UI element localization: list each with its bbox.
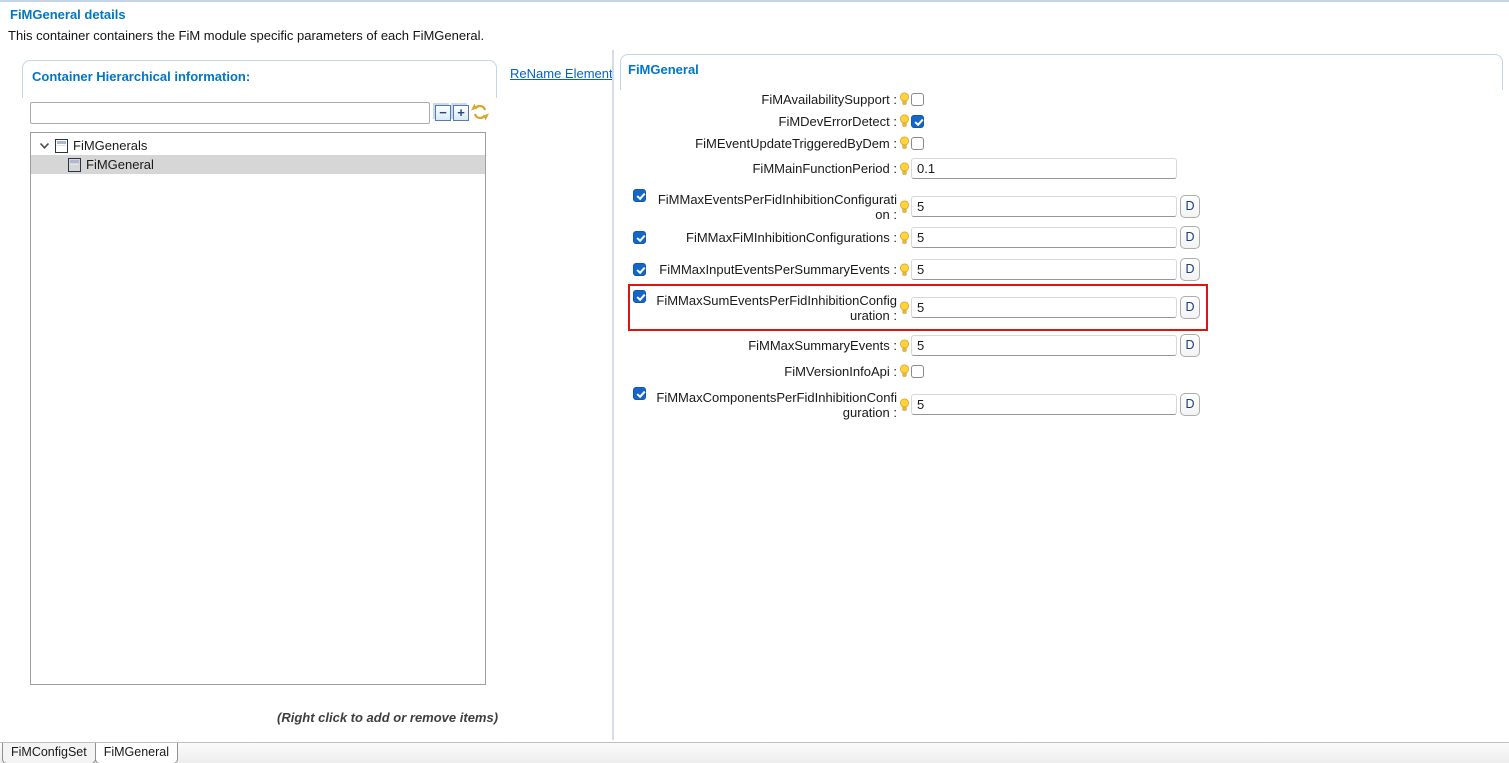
tab-fimconfigset[interactable]: FiMConfigSet [2, 743, 96, 763]
default-button[interactable]: D [1180, 393, 1200, 416]
value-input[interactable] [911, 297, 1177, 318]
parameter-list: FiMAvailabilitySupport : FiMDevErrorDete… [628, 90, 1208, 423]
tab-strip: FiMConfigSet FiMGeneral [2, 743, 179, 763]
tree-item-label: FiMGeneral [86, 157, 154, 172]
enable-checkbox[interactable] [633, 263, 646, 276]
lightbulb-icon [898, 136, 910, 150]
right-panel-frame [620, 54, 1503, 90]
lightbulb-icon [898, 199, 910, 214]
value-checkbox[interactable] [911, 136, 924, 150]
lightbulb-icon [898, 397, 910, 412]
refresh-icon-glyph [471, 103, 489, 121]
fim-general-details-view: FiMGeneral details This container contai… [0, 0, 1509, 763]
param-row-fimmainfunctionperiod: FiMMainFunctionPeriod : [633, 157, 1203, 180]
refresh-icon[interactable] [471, 103, 489, 121]
value-checkbox[interactable] [911, 114, 924, 128]
tree-search-input[interactable] [30, 102, 430, 124]
value-input[interactable] [911, 158, 1177, 179]
lightbulb-icon [898, 114, 910, 128]
tree-item-fimgenerals[interactable]: FiMGenerals [31, 136, 485, 155]
value-checkbox[interactable] [911, 364, 924, 378]
param-label: FiMMainFunctionPeriod : [752, 161, 897, 176]
bottom-tab-bar: FiMConfigSet FiMGeneral [0, 742, 1509, 763]
value-input[interactable] [911, 259, 1177, 280]
default-button[interactable]: D [1180, 195, 1200, 218]
container-tree: FiMGenerals FiMGeneral [30, 132, 486, 685]
enable-checkbox[interactable] [633, 290, 646, 303]
tree-item-fimgeneral[interactable]: FiMGeneral [31, 155, 485, 174]
param-row-fimeventupdatetriggeredbydem: FiMEventUpdateTriggeredByDem : [633, 134, 1203, 152]
value-checkbox[interactable] [911, 92, 924, 106]
lightbulb-icon [898, 300, 910, 315]
param-label: FiMMaxSummaryEvents : [748, 338, 897, 353]
page-title: FiMGeneral details [10, 7, 126, 22]
default-button[interactable]: D [1180, 296, 1200, 319]
param-row-fimmaxcomponentsperfidinhibitionconfiguration: FiMMaxComponentsPerFidInhibitionConfigur… [633, 386, 1203, 423]
param-row-fimmaxfiminhibitionconfigurations: FiMMaxFiMInhibitionConfigurations : D [633, 226, 1203, 249]
tree-item-label: FiMGenerals [73, 138, 148, 153]
page-description: This container containers the FiM module… [8, 28, 485, 43]
param-label: FiMMaxSumEventsPerFidInhibitionConfigura… [656, 292, 897, 323]
tree-hint: (Right click to add or remove items) [277, 710, 499, 725]
lightbulb-icon [898, 230, 910, 245]
chevron-down-icon[interactable] [39, 142, 50, 150]
rename-element-link[interactable]: ReName Element [510, 66, 613, 81]
lightbulb-icon [898, 364, 910, 378]
panel-divider [612, 50, 614, 740]
container-icon [68, 157, 81, 172]
param-label: FiMMaxInputEventsPerSummaryEvents : [659, 262, 897, 277]
enable-checkbox[interactable] [633, 387, 646, 400]
param-label: FiMMaxEventsPerFidInhibitionConfiguratio… [657, 191, 897, 222]
collapse-all-icon[interactable]: − [435, 105, 451, 121]
lightbulb-icon [898, 338, 910, 353]
right-panel-title: FiMGeneral [628, 62, 699, 77]
lightbulb-icon [898, 262, 910, 277]
param-row-fimmaxeventsperfidinhibitionconfiguration: FiMMaxEventsPerFidInhibitionConfiguratio… [633, 188, 1203, 225]
param-row-fimmaxsummaryevents: FiMMaxSummaryEvents : D [633, 334, 1203, 357]
default-button[interactable]: D [1180, 226, 1200, 249]
param-label: FiMAvailabilitySupport : [761, 91, 897, 107]
param-label: FiMVersionInfoApi : [784, 363, 897, 379]
value-input[interactable] [911, 196, 1177, 217]
param-row-fimdeverrordetect: FiMDevErrorDetect : [633, 112, 1203, 130]
default-button[interactable]: D [1180, 258, 1200, 281]
container-icon [55, 138, 68, 153]
enable-checkbox[interactable] [633, 231, 646, 244]
param-label: FiMEventUpdateTriggeredByDem : [695, 135, 897, 151]
lightbulb-icon [898, 92, 910, 106]
default-button[interactable]: D [1180, 334, 1200, 357]
param-label: FiMDevErrorDetect : [778, 113, 897, 129]
tab-fimgeneral[interactable]: FiMGeneral [94, 743, 179, 763]
param-row-fimmaxinputeventspersummaryevents: FiMMaxInputEventsPerSummaryEvents : D [633, 258, 1203, 281]
value-input[interactable] [911, 227, 1177, 248]
param-row-fimmaxsumeventsperfidinhibitionconfiguration-highlighted: FiMMaxSumEventsPerFidInhibitionConfigura… [628, 284, 1208, 331]
param-label: FiMMaxComponentsPerFidInhibitionConfigur… [656, 389, 897, 420]
param-row-fimavailabilitysupport: FiMAvailabilitySupport : [633, 90, 1203, 108]
left-panel-title: Container Hierarchical information: [32, 69, 251, 84]
value-input[interactable] [911, 335, 1177, 356]
enable-checkbox[interactable] [633, 189, 646, 202]
lightbulb-icon [898, 161, 910, 176]
param-label: FiMMaxFiMInhibitionConfigurations : [686, 230, 897, 245]
expand-all-icon[interactable]: + [453, 105, 469, 121]
value-input[interactable] [911, 394, 1177, 415]
param-row-fimversioninfoapi: FiMVersionInfoApi : [633, 362, 1203, 380]
